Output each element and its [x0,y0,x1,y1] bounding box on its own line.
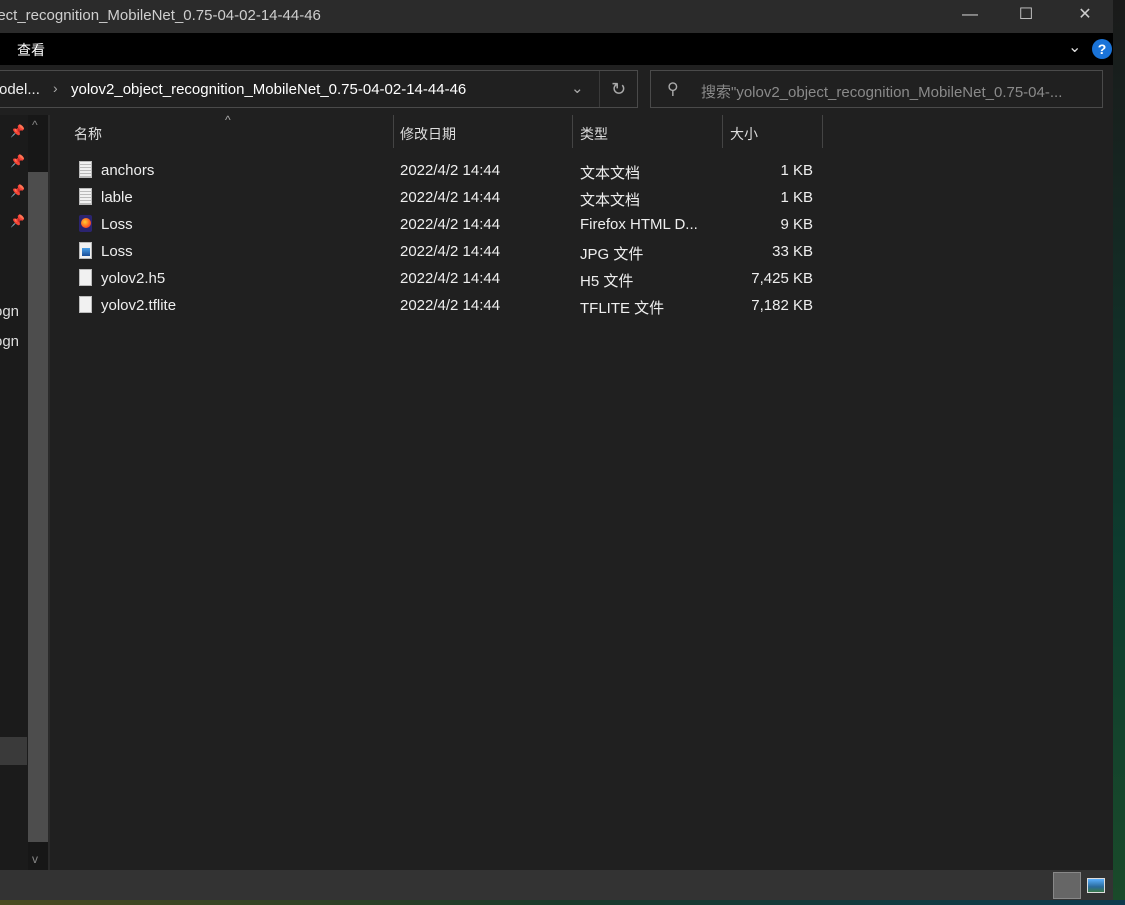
file-row[interactable]: anchors 2022/4/2 14:44 文本文档 1 KB [70,157,820,184]
nav-item-selected[interactable] [0,737,27,765]
address-row: odel... › yolov2_object_recognition_Mobi… [0,65,1115,115]
pin-icon: 📌 [10,124,25,138]
navigation-pane: 📌 📌 📌 📌 ogn ogn ^ v [0,115,48,870]
file-type: H5 文件 [580,273,634,290]
window-title: ject_recognition_MobileNet_0.75-04-02-14… [0,7,321,24]
file-name: yolov2.tflite [101,297,177,314]
address-bar[interactable]: odel... › yolov2_object_recognition_Mobi… [0,70,638,108]
file-date: 2022/4/2 14:44 [400,216,501,233]
search-input[interactable]: ⚲ 搜索"yolov2_object_recognition_MobileNet… [650,70,1103,108]
column-divider[interactable] [393,115,394,148]
status-bar [0,870,1115,900]
file-date: 2022/4/2 14:44 [400,270,501,287]
file-name: lable [101,189,133,206]
column-divider[interactable] [822,115,823,148]
close-button[interactable]: ✕ [1062,0,1108,33]
scroll-down-icon[interactable]: v [32,852,38,866]
file-date: 2022/4/2 14:44 [400,297,501,314]
desktop-background [1113,0,1125,905]
minimize-button[interactable]: — [947,0,993,33]
refresh-button[interactable]: ↻ [599,71,637,107]
file-name: Loss [101,216,133,233]
ribbon: 查看 ⌄ [0,33,1115,65]
column-divider[interactable] [572,115,573,148]
pane-divider[interactable] [48,115,50,870]
column-size[interactable]: 大小 [730,124,758,144]
column-header: ^ 名称 修改日期 类型 大小 [50,113,1113,149]
history-dropdown-icon[interactable]: ⌄ [571,79,584,97]
breadcrumb-current[interactable]: yolov2_object_recognition_MobileNet_0.75… [71,81,466,98]
image-file-icon [79,242,92,259]
file-size: 33 KB [772,243,813,260]
scroll-up-icon[interactable]: ^ [32,118,38,132]
help-icon[interactable]: ? [1092,39,1112,59]
pin-icon: 📌 [10,154,25,168]
file-size: 9 KB [780,216,813,233]
search-icon: ⚲ [667,81,679,98]
file-name: Loss [101,243,133,260]
file-row[interactable]: Loss 2022/4/2 14:44 Firefox HTML D... 9 KB [70,211,820,238]
file-row[interactable]: yolov2.tflite 2022/4/2 14:44 TFLITE 文件 7,18… [70,292,820,319]
details-view-icon[interactable] [1053,872,1081,899]
file-date: 2022/4/2 14:44 [400,189,501,206]
file-type: JPG 文件 [580,246,644,263]
file-date: 2022/4/2 14:44 [400,243,501,260]
large-icons-view-icon[interactable] [1087,878,1105,893]
pin-icon: 📌 [10,214,25,228]
file-size: 1 KB [780,189,813,206]
file-icon [79,269,92,286]
scrollbar-thumb[interactable] [28,172,48,842]
nav-item[interactable]: ogn [0,303,19,320]
title-bar: ject_recognition_MobileNet_0.75-04-02-14… [0,0,1115,33]
text-file-icon [79,188,92,205]
file-type: TFLITE 文件 [580,300,665,317]
file-date: 2022/4/2 14:44 [400,162,501,179]
desktop-background [0,900,1125,905]
nav-item[interactable]: ogn [0,333,19,350]
sort-ascending-icon: ^ [225,113,231,127]
file-explorer-window: ject_recognition_MobileNet_0.75-04-02-14… [0,0,1115,900]
breadcrumb-separator-icon[interactable]: › [53,80,58,96]
file-type: 文本文档 [580,192,641,209]
file-type: Firefox HTML D... [580,216,698,233]
breadcrumb-parent[interactable]: odel... [0,81,40,98]
column-date[interactable]: 修改日期 [400,124,456,144]
file-row[interactable]: Loss 2022/4/2 14:44 JPG 文件 33 KB [70,238,820,265]
pin-icon: 📌 [10,184,25,198]
search-placeholder: 搜索"yolov2_object_recognition_MobileNet_0… [701,84,1063,101]
column-type[interactable]: 类型 [580,124,608,144]
maximize-button[interactable]: ☐ [1003,0,1049,33]
file-row[interactable]: lable 2022/4/2 14:44 文本文档 1 KB [70,184,820,211]
file-row[interactable]: yolov2.h5 2022/4/2 14:44 H5 文件 7,425 KB [70,265,820,292]
file-name: anchors [101,162,155,179]
column-name[interactable]: 名称 [74,124,102,144]
file-size: 7,425 KB [751,270,813,287]
chevron-down-icon[interactable]: ⌄ [1068,37,1081,57]
column-divider[interactable] [722,115,723,148]
file-size: 1 KB [780,162,813,179]
file-icon [79,296,92,313]
firefox-html-icon [79,215,92,232]
tab-view[interactable]: 查看 [17,40,45,60]
text-file-icon [79,161,92,178]
nav-scrollbar[interactable]: ^ v [28,115,48,870]
file-type: 文本文档 [580,165,641,182]
file-size: 7,182 KB [751,297,813,314]
file-name: yolov2.h5 [101,270,166,287]
